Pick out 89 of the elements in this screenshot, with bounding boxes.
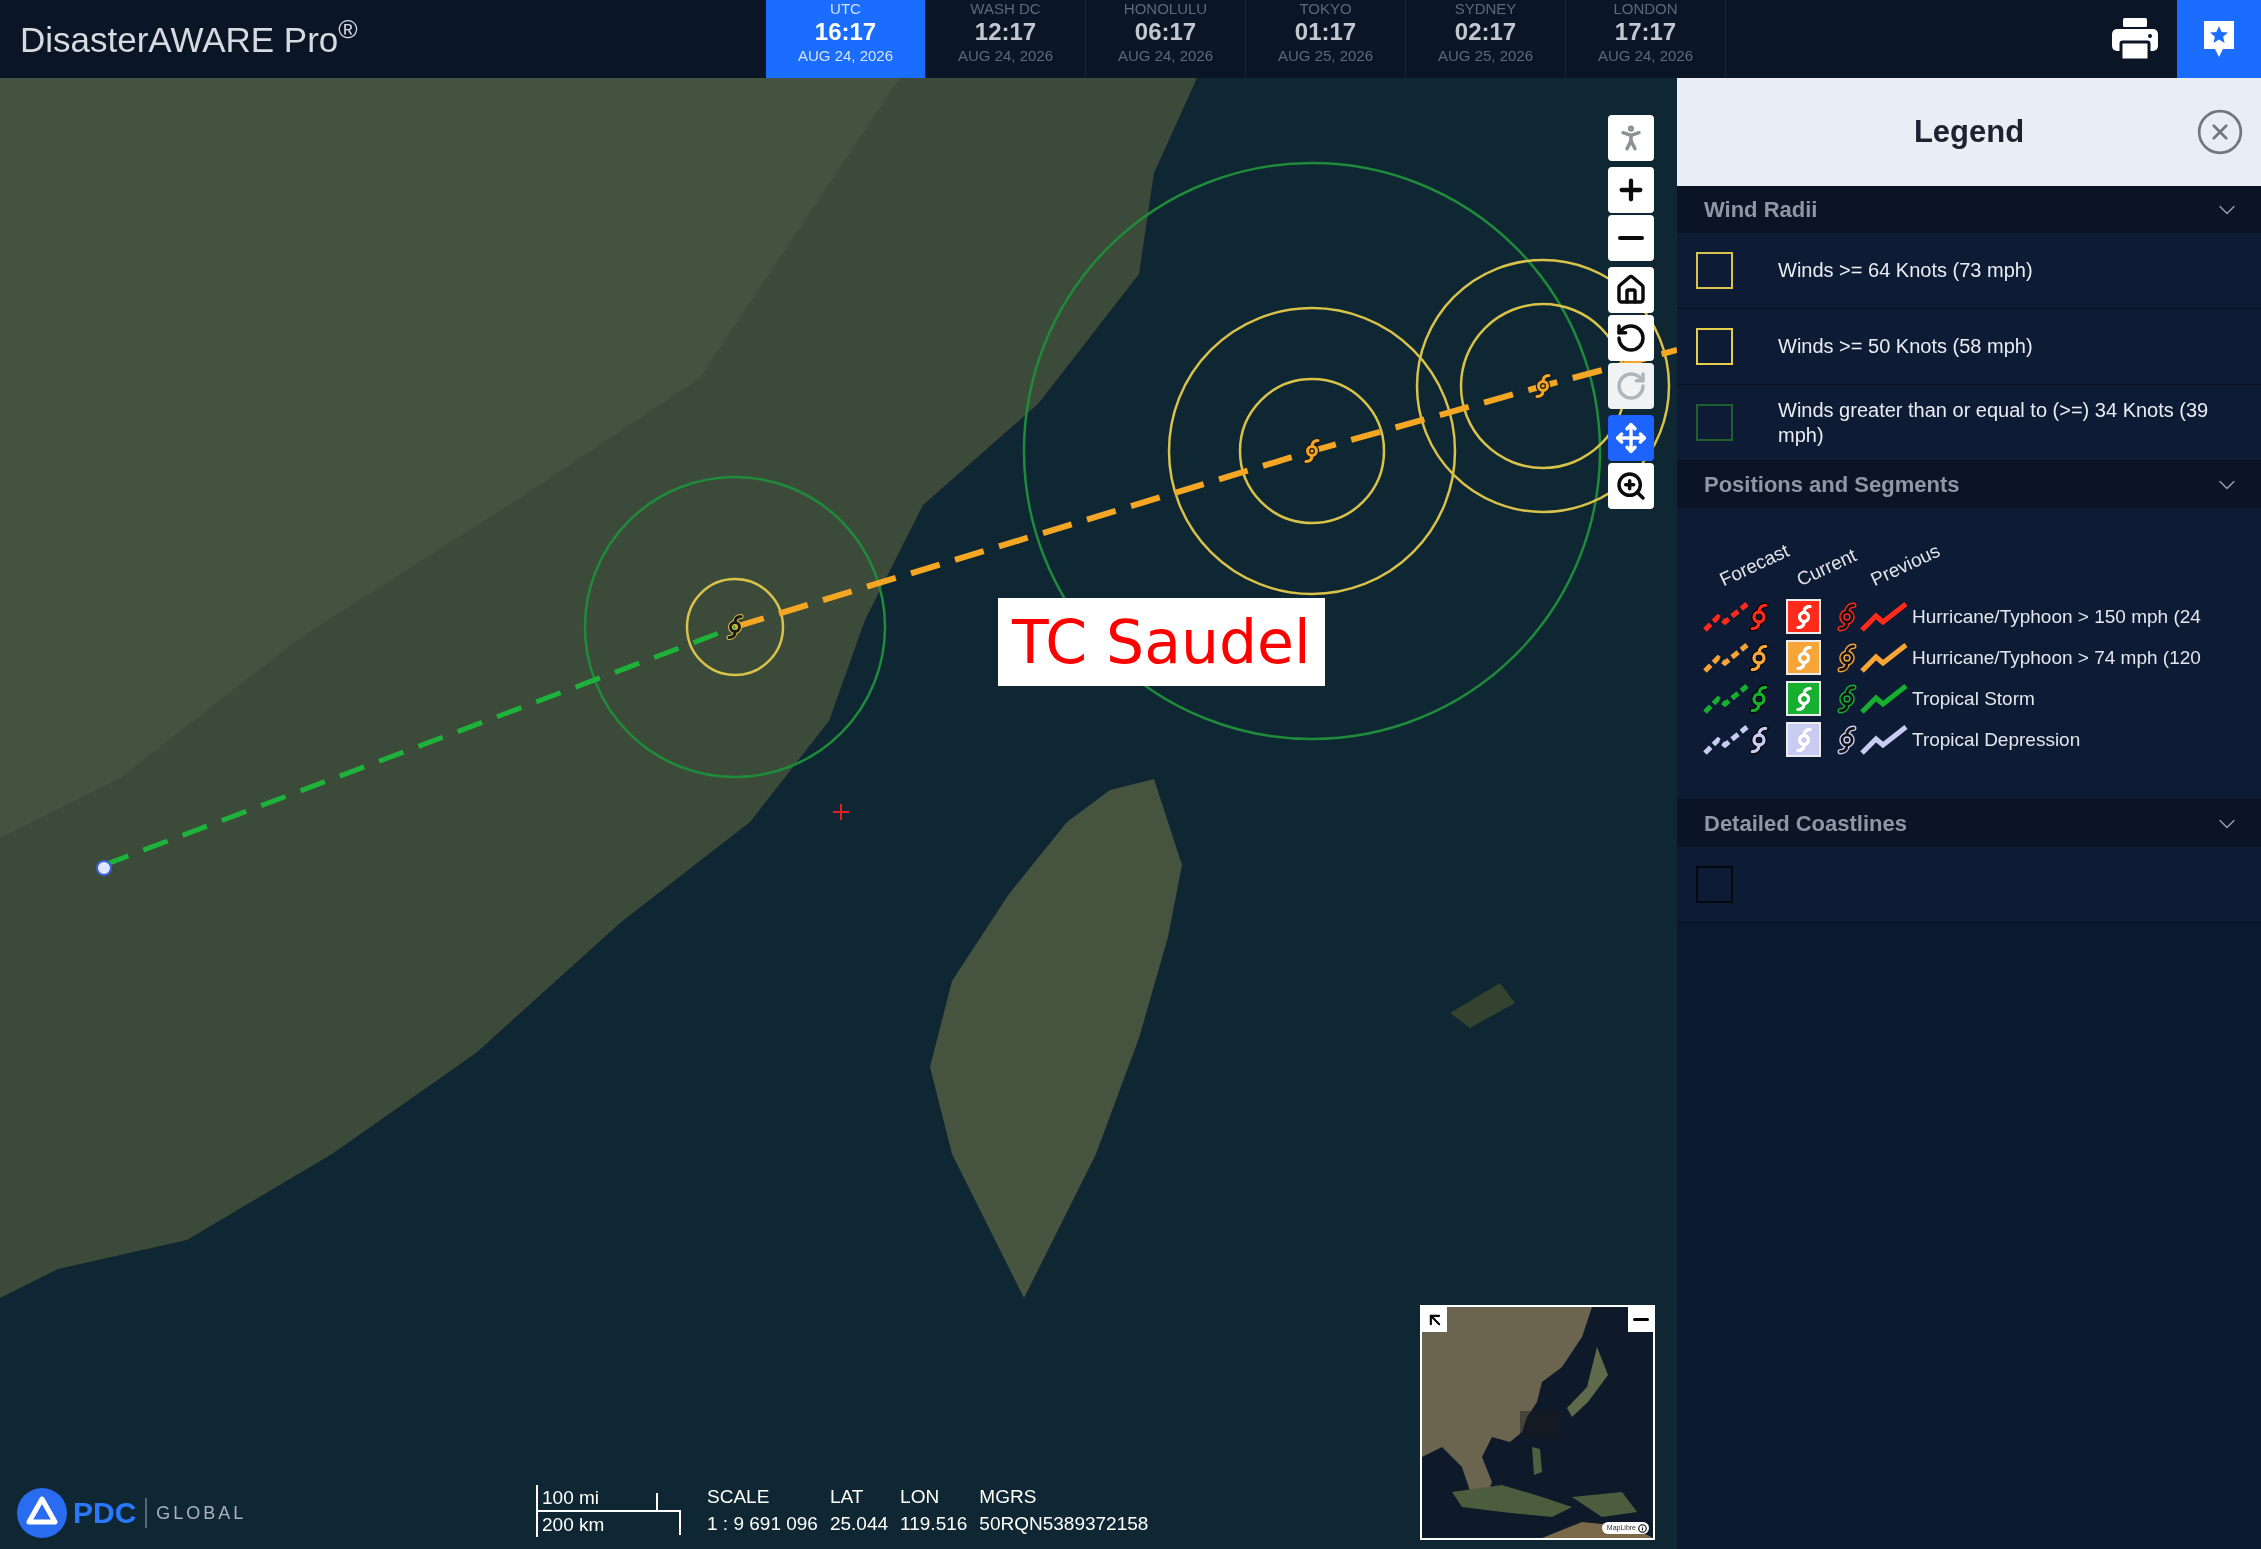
pegman-button[interactable] (1608, 115, 1654, 161)
legend-item-label: Tropical Storm (1912, 686, 2035, 711)
accordion-header[interactable]: Wind Radii (1677, 186, 2261, 233)
hurricane-symbol-icon (1534, 372, 1552, 400)
close-icon (2195, 107, 2245, 157)
position-dot-icon (96, 860, 112, 876)
overview-minimize-button[interactable] (1628, 1307, 1653, 1332)
rotate-left-icon (1615, 322, 1647, 354)
zigzag-line-icon (1860, 683, 1908, 714)
logo-tagline: GLOBAL (156, 1504, 247, 1522)
timezone-label: WASH DC (970, 0, 1041, 18)
zigzag-line-icon (1860, 724, 1908, 755)
readout-value: 50RQN5389372158 (979, 1512, 1149, 1536)
minus-icon (1618, 236, 1644, 240)
hurricane-symbol-icon (1837, 601, 1857, 632)
legend-item-label: Tropical Depression (1912, 727, 2081, 752)
clock-date: AUG 24, 2026 (1597, 46, 1694, 66)
legend-item-label: Winds >= 50 Knots (58 mph) (1778, 334, 2033, 359)
accordion-header[interactable]: Detailed Coastlines (1677, 800, 2261, 847)
hurricane-symbol-icon (1749, 642, 1769, 673)
clock-date: AUG 24, 2026 (957, 46, 1054, 66)
dashed-zigzag-icon (1703, 642, 1749, 673)
rotate-right-icon (1615, 370, 1647, 402)
logo-icon (17, 1488, 67, 1538)
clock-time: 01:17 (1294, 18, 1357, 46)
clock-date: AUG 24, 2026 (1117, 46, 1214, 66)
timezone-label: TOKYO (1299, 0, 1352, 18)
readout-value: 119.516 (900, 1512, 968, 1536)
hurricane-symbol-icon (1837, 642, 1857, 673)
dashed-zigzag-icon (1703, 724, 1749, 755)
scale-imperial-label: 100 mi (541, 1486, 601, 1510)
hurricane-symbol-icon (1303, 437, 1321, 465)
clock-time: 06:17 (1134, 18, 1197, 46)
hurricane-symbol-icon (1749, 724, 1769, 755)
zoom-out-button[interactable] (1608, 215, 1654, 261)
clock-time: 12:17 (974, 18, 1037, 46)
scale-metric-label: 200 km (541, 1513, 606, 1537)
home-icon (1615, 274, 1647, 306)
rotate-left-button[interactable] (1608, 315, 1654, 361)
clock-time: 02:17 (1454, 18, 1517, 46)
clock-time: 17:17 (1614, 18, 1677, 46)
legend-item-label: Winds greater than or equal to (>=) 34 Knots (39 mph) (1778, 397, 2210, 448)
pan-button[interactable] (1608, 415, 1654, 461)
hurricane-symbol-icon (1749, 683, 1769, 714)
zigzag-line-icon (1860, 642, 1908, 673)
timezone-label: LONDON (1613, 0, 1678, 18)
logo-text: PDC (73, 1498, 137, 1528)
legend-title: Legend (1913, 112, 2025, 151)
info-icon (1638, 1523, 1647, 1533)
close-button[interactable] (2195, 107, 2245, 157)
overview-expand-button[interactable] (1422, 1307, 1447, 1332)
hurricane-symbol-icon (1837, 724, 1857, 755)
zoom-in-button[interactable] (1608, 167, 1654, 213)
home-button[interactable] (1608, 267, 1654, 313)
zigzag-line-icon (1860, 601, 1908, 632)
printer-icon (2112, 18, 2158, 60)
clock-date: AUG 24, 2026 (797, 46, 894, 66)
clock-date: AUG 25, 2026 (1277, 46, 1374, 66)
dashed-zigzag-icon (1703, 683, 1749, 714)
accordion-header[interactable]: Positions and Segments (1677, 461, 2261, 508)
hurricane-symbol-icon (726, 614, 744, 640)
timezone-label: UTC (830, 0, 861, 18)
readout-value: 1 : 9 691 096 (707, 1512, 818, 1536)
minus-icon (1632, 1318, 1649, 1321)
readout-label: LAT (829, 1485, 865, 1509)
crosshair-icon (832, 803, 850, 821)
extent-rectangle (1520, 1411, 1560, 1438)
storm-name-label: TC Saudel (998, 598, 1325, 686)
move-icon (1615, 422, 1647, 454)
timezone-clock[interactable]: UTC 16:17 AUG 24, 2026 (766, 0, 926, 78)
readout-label: LON (900, 1485, 941, 1509)
legend-button[interactable] (2177, 0, 2261, 78)
timezone-label: HONOLULU (1123, 0, 1208, 18)
legend-item-label: Hurricane/Typhoon > 74 mph (120 (1912, 645, 2201, 670)
hurricane-symbol-icon (1749, 601, 1769, 632)
readout-label: MGRS (979, 1485, 1038, 1509)
clock-date: AUG 25, 2026 (1437, 46, 1534, 66)
clock-time: 16:17 (814, 18, 877, 46)
app-title: DisasterAWARE Pro$^{®}$ (20, 21, 358, 57)
zoom-box-button[interactable] (1608, 463, 1654, 509)
dashed-zigzag-icon (1703, 601, 1749, 632)
readout-label: SCALE (707, 1485, 771, 1509)
legend-item-label: Hurricane/Typhoon > 150 mph (24 (1912, 604, 2201, 629)
legend-item-label: Winds >= 64 Knots (73 mph) (1778, 258, 2033, 283)
readout-value: 25.044 (829, 1512, 889, 1536)
timezone-label: SYDNEY (1454, 0, 1517, 18)
bookmark-star-icon (2201, 19, 2237, 59)
zoom-in-icon (1615, 470, 1647, 502)
hurricane-symbol-icon (1837, 683, 1857, 714)
